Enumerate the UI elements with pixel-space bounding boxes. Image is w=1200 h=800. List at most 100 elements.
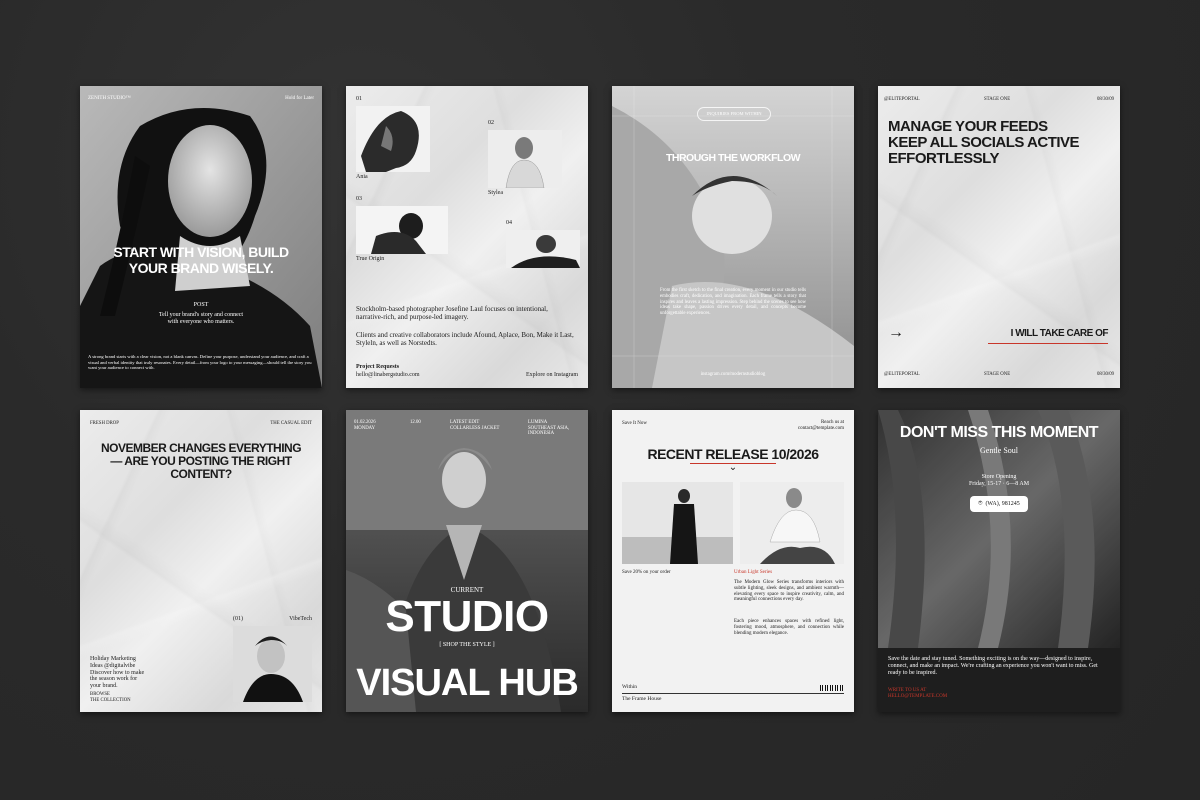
requests-label: Project Requests <box>356 364 400 370</box>
location-line-3: INDONESIA <box>528 431 555 437</box>
workflow-photo <box>612 86 854 388</box>
arrow-right-icon[interactable]: → <box>888 324 904 342</box>
photo-ania[interactable] <box>356 106 430 172</box>
divider <box>622 693 844 694</box>
photo-stylea[interactable] <box>488 130 562 188</box>
offer-label: Save 20% on your order <box>622 570 671 575</box>
product-photo-right[interactable] <box>740 482 844 564</box>
subtitle: Tell your brand's story and connect with… <box>80 312 322 326</box>
headline: START WITH VISION, BUILD YOUR BRAND WISE… <box>80 244 322 276</box>
post-card-vision[interactable]: ZENITH STUDIO™ Hold for Later START WITH… <box>80 86 322 388</box>
series-description: The Modern Glow Series transforms interi… <box>734 580 844 603</box>
studio-title: STUDIO <box>385 592 549 641</box>
date-block: 01.02.2026 MONDAY <box>354 420 376 431</box>
brand-label: VibeTech <box>289 616 312 622</box>
body-text: From the first sketch to the final creat… <box>660 288 806 317</box>
index-01: (01) <box>233 616 243 622</box>
subtitle-line-1: Tell your brand's story and connect <box>158 312 244 318</box>
date-bottom: 08/30/09 <box>1096 372 1114 377</box>
inquiries-pill[interactable]: INQUIRIES FROM WITHIN <box>697 107 771 121</box>
opening-line-2: Friday, 15-17 · 6—8 AM <box>968 481 1030 487</box>
brand-label: Gentle Soul <box>980 446 1018 455</box>
within-label: Within <box>622 684 638 690</box>
post-card-release[interactable]: Save It Now Reach us at contact@template… <box>612 410 854 712</box>
body-text: Save the date and stay tuned. Something … <box>888 656 1098 676</box>
browse-line-2: THE COLLECTION <box>90 697 131 703</box>
photo-04[interactable] <box>506 230 580 268</box>
phone-button[interactable]: ⌾ (WA), 981245 <box>970 496 1028 512</box>
index-01: 01 <box>356 96 362 102</box>
series-label: Urban Light Series <box>734 570 773 575</box>
headline: DON'T MISS THIS MOMENT <box>899 424 1099 441</box>
body-text: A strong brand starts with a clear visio… <box>88 354 312 371</box>
care-tagline: I WILL TAKE CARE OF <box>1010 328 1109 339</box>
headline-line-2: KEEP ALL SOCIALS ACTIVE <box>888 134 1080 151</box>
handle-top: @ELITEPORTAL <box>884 97 920 102</box>
accent-underline <box>988 343 1108 344</box>
product-photo-left[interactable] <box>622 482 733 564</box>
instagram-link[interactable]: Explore on Instagram <box>526 372 578 378</box>
intro-paragraph: Stockholm-based photographer Josefine La… <box>356 305 548 321</box>
portrait-photo <box>80 86 322 388</box>
edit-block: LATEST EDIT COLLARLESS JACKET <box>450 420 499 431</box>
barcode-icon <box>820 685 844 691</box>
date-label: 01.02.2026 <box>354 420 376 425</box>
marketing-blurb: Holiday Marketing Ideas @digitalvibe Dis… <box>90 656 144 690</box>
clients-paragraph: Clients and creative collaborators inclu… <box>356 331 574 347</box>
headline-line-1: START WITH VISION, BUILD <box>113 244 289 260</box>
house-label: The Frame House <box>622 696 662 702</box>
location-block: LUMINA SOUTHEAST ASIA, INDONESIA <box>528 420 569 437</box>
location-pin-icon: ⌾ <box>978 500 983 507</box>
fresh-drop-label: FRESH DROP <box>90 421 119 426</box>
shop-link[interactable]: [ SHOP THE STYLE ] <box>346 642 588 648</box>
label-true-origin: True Origin <box>356 256 385 262</box>
post-card-visual-hub[interactable]: 01.02.2026 MONDAY 12.00 LATEST EDIT COLL… <box>346 410 588 712</box>
index-04: 04 <box>506 220 512 226</box>
label-stylea: Stylea <box>488 190 503 196</box>
stage-bottom: STAGE ONE <box>984 372 1011 377</box>
headline: MANAGE YOUR FEEDS KEEP ALL SOCIALS ACTIV… <box>888 118 1080 167</box>
edit-line-2: COLLARLESS JACKET <box>450 425 500 431</box>
blurb-line-1: Holiday Marketing <box>90 656 136 662</box>
browse-link[interactable]: BROWSE THE COLLECTION <box>90 692 131 703</box>
time-label: 12.00 <box>410 420 421 425</box>
instagram-handle[interactable]: instagram.com/modernstudioblog <box>612 372 854 377</box>
blurb-line-5: your brand. <box>90 683 118 690</box>
write-to-us[interactable]: WRITE TO US AT HELLO@TEMPLATE.COM <box>888 688 947 700</box>
contact-email[interactable]: contact@template.com <box>798 426 844 432</box>
visual-hub-title: VISUAL HUB <box>356 662 579 704</box>
email-link[interactable]: hello@linabergstudio.com <box>356 372 420 378</box>
brand-label: ZENITH STUDIO™ <box>88 96 131 101</box>
day-label: MONDAY <box>354 425 376 431</box>
label-ania: Ania <box>356 174 368 180</box>
stage-top: STAGE ONE <box>984 97 1011 102</box>
headline-line-3: CONTENT? <box>170 467 232 481</box>
model-photo[interactable] <box>233 626 312 702</box>
subtitle-line-2: with everyone who matters. <box>167 319 235 325</box>
headline-line-2: YOUR BRAND WISELY. <box>128 260 274 276</box>
post-card-moment[interactable]: DON'T MISS THIS MOMENT Gentle Soul Store… <box>878 410 1120 712</box>
photo-true-origin[interactable] <box>356 206 448 254</box>
chevron-down-icon[interactable]: ⌄ <box>612 462 854 473</box>
post-card-photographer[interactable]: 01 Ania 02 Stylea 03 True Origin 04 Stoc… <box>346 86 588 388</box>
hold-label: Hold for Later <box>285 96 314 101</box>
casual-edit-label: THE CASUAL EDIT <box>270 421 312 426</box>
opening-info: Store Opening Friday, 15-17 · 6—8 AM <box>878 474 1120 488</box>
write-email: HELLO@TEMPLATE.COM <box>888 694 948 699</box>
headline: NOVEMBER CHANGES EVERYTHING — ARE YOU PO… <box>80 442 322 481</box>
headline-line-3: EFFORTLESSLY <box>888 150 999 167</box>
handle-bottom: @ELITEPORTAL <box>884 372 920 377</box>
post-card-november[interactable]: FRESH DROP THE CASUAL EDIT NOVEMBER CHAN… <box>80 410 322 712</box>
blurb-line-4: the season work for <box>90 676 138 683</box>
index-02: 02 <box>488 120 494 126</box>
headline: THROUGH THE WORKFLOW <box>665 152 801 164</box>
post-label: POST <box>193 302 209 308</box>
blurb-line-2: Ideas @digitalvibe <box>90 662 136 669</box>
index-03: 03 <box>356 196 362 202</box>
save-label: Save It Now <box>622 421 647 426</box>
date-top: 08/30/09 <box>1096 97 1114 102</box>
post-card-feeds[interactable]: @ELITEPORTAL STAGE ONE 08/30/09 MANAGE Y… <box>878 86 1120 388</box>
headline-line-1: MANAGE YOUR FEEDS <box>888 118 1048 135</box>
post-card-workflow[interactable]: INQUIRIES FROM WITHIN THROUGH THE WORKFL… <box>612 86 854 388</box>
opening-line-1: Store Opening <box>981 474 1017 480</box>
